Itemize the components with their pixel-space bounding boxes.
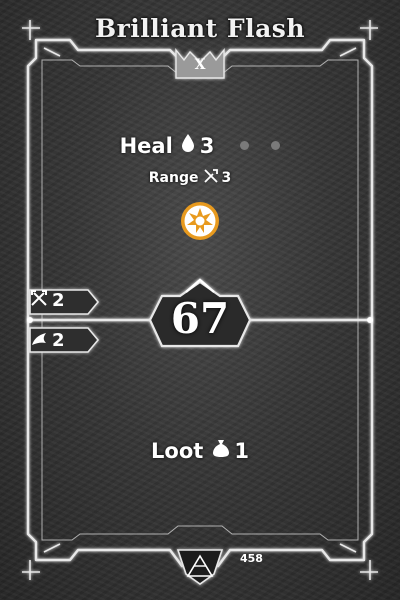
card-title: Brilliant Flash xyxy=(94,14,306,43)
enhancement-dot xyxy=(271,141,281,150)
heal-action: Heal 3 xyxy=(0,133,400,158)
class-emblem-icon xyxy=(176,549,224,585)
enhancement-dots xyxy=(240,141,281,150)
side-tag-2-value: 2 xyxy=(52,330,65,351)
range-value: 3 xyxy=(221,170,232,186)
wing-icon xyxy=(30,329,48,352)
loot-action: Loot 1 xyxy=(0,438,400,463)
ability-card: Brilliant Flash X Heal 3 Range 3 2 2 67 … xyxy=(0,0,400,600)
crossed-swords-icon xyxy=(30,289,48,312)
side-tag-1-value: 2 xyxy=(52,290,65,311)
heal-label: Heal xyxy=(119,133,173,158)
range-line: Range 3 xyxy=(0,168,400,188)
side-tag-2: 2 xyxy=(30,329,65,352)
range-arrow-icon xyxy=(203,168,219,188)
card-number: 458 xyxy=(240,552,263,565)
heal-drop-icon xyxy=(181,133,195,158)
heal-value: 3 xyxy=(199,133,215,158)
light-element-icon xyxy=(180,201,220,245)
loot-value: 1 xyxy=(234,438,249,463)
side-tag-1: 2 xyxy=(30,289,65,312)
loot-label: Loot xyxy=(151,438,204,463)
enhancement-dot xyxy=(240,141,250,150)
loot-bag-icon xyxy=(211,438,231,463)
card-level: X xyxy=(194,57,206,73)
initiative-value: 67 xyxy=(170,294,230,343)
range-label: Range xyxy=(148,170,199,186)
